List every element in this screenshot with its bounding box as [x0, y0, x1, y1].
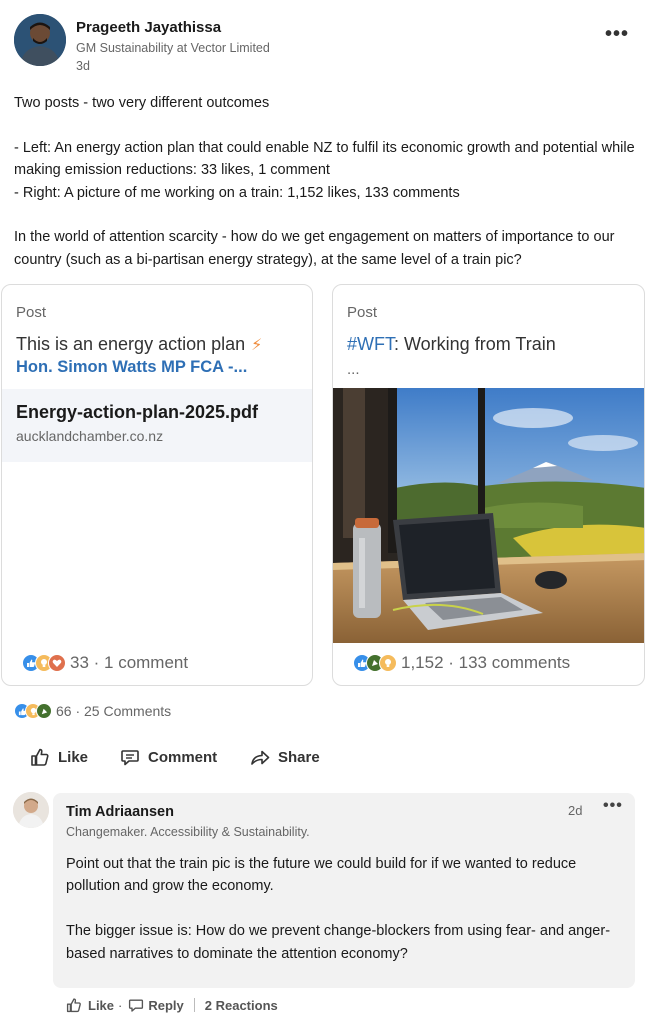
comment-icon — [121, 750, 139, 766]
card-stats-text: 33 · 1 comment — [70, 653, 189, 672]
commenter-photo-icon — [13, 792, 49, 828]
comment-timestamp: 2d — [568, 803, 583, 818]
comment-like-button[interactable]: Like — [88, 998, 114, 1013]
commenter-avatar[interactable] — [13, 792, 49, 828]
train-scene-image — [333, 388, 644, 643]
like-label: Like — [58, 748, 89, 766]
embedded-post-working-from-train[interactable]: Post #WFT: Working from Train ... 1,152 … — [332, 284, 645, 686]
comment-label: Comment — [148, 748, 218, 766]
share-button[interactable]: Share — [250, 743, 320, 771]
share-arrow-icon — [251, 750, 270, 765]
card-title: #WFT: Working from Train — [347, 334, 556, 354]
post-timestamp: 3d — [76, 59, 90, 73]
author-avatar[interactable] — [14, 14, 66, 66]
comment-button[interactable]: Comment — [120, 743, 217, 771]
author-name[interactable]: Prageeth Jayathissa — [76, 19, 221, 36]
comment-bubble: Tim Adriaansen Changemaker. Accessibilit… — [53, 793, 635, 988]
commenter-name[interactable]: Tim Adriaansen — [66, 804, 174, 820]
celebrate-reaction-icon — [36, 703, 52, 719]
hashtag-link[interactable]: #WFT — [347, 334, 394, 354]
more-options-icon[interactable]: ••• — [602, 24, 632, 44]
card-stats-text: 1,152 · 133 comments — [401, 653, 571, 672]
separator-dot: · — [118, 997, 123, 1013]
comment-body: Point out that the train pic is the futu… — [66, 853, 626, 965]
card-truncation: ... — [347, 361, 360, 378]
document-filename: Energy-action-plan-2025.pdf — [16, 402, 259, 422]
post-paragraph: Two posts - two very different outcomes — [14, 95, 270, 111]
commenter-headline: Changemaker. Accessibility & Sustainabil… — [66, 825, 310, 839]
comment-paragraph: Point out that the train pic is the futu… — [66, 856, 577, 895]
author-headline: GM Sustainability at Vector Limited — [76, 41, 270, 55]
divider — [193, 998, 195, 1012]
reaction-icons — [14, 703, 52, 719]
document-attachment[interactable]: Energy-action-plan-2025.pdf aucklandcham… — [2, 389, 312, 462]
card-engagement[interactable]: 1,152 · 133 comments — [353, 653, 570, 673]
train-window-photo[interactable] — [333, 388, 644, 643]
thumbs-up-icon — [66, 998, 81, 1013]
comment-action-bar: Like · Reply 2 Reactions — [66, 994, 278, 1016]
reply-icon — [129, 999, 144, 1012]
thumbs-up-icon — [31, 748, 49, 766]
share-label: Share — [278, 748, 320, 766]
post-action-bar: Like Comment Share — [14, 743, 634, 771]
post-header: Prageeth Jayathissa GM Sustainability at… — [14, 14, 640, 74]
post-paragraph: - Left: An energy action plan that could… — [14, 139, 635, 179]
author-photo-icon — [14, 14, 66, 66]
reaction-icons — [353, 654, 397, 672]
post-body: Two posts - two very different outcomes … — [14, 92, 639, 271]
reaction-icons — [22, 654, 66, 672]
summary-text: 66 · 25 Comments — [56, 703, 172, 719]
card-engagement[interactable]: 33 · 1 comment — [22, 653, 188, 673]
comment-reply-button[interactable]: Reply — [148, 998, 183, 1013]
insightful-reaction-icon — [379, 654, 397, 672]
comment-more-options-icon[interactable]: ••• — [603, 797, 623, 815]
card-mention-link[interactable]: Hon. Simon Watts MP FCA -... — [16, 358, 247, 377]
post-engagement-summary[interactable]: 66 · 25 Comments — [14, 703, 171, 719]
post-paragraph: - Right: A picture of me working on a tr… — [14, 184, 460, 201]
embedded-post-energy-plan[interactable]: Post This is an energy action plan ⚡ Hon.… — [1, 284, 313, 686]
card-title: This is an energy action plan ⚡ — [16, 334, 263, 354]
like-button[interactable]: Like — [30, 743, 88, 771]
document-domain: aucklandchamber.co.nz — [16, 428, 164, 444]
comment-paragraph: The bigger issue is: How do we prevent c… — [66, 923, 611, 962]
card-kind-label: Post — [16, 304, 47, 321]
comment-reactions-count[interactable]: 2 Reactions — [205, 998, 278, 1013]
lightning-bolt-icon: ⚡ — [251, 337, 263, 354]
love-reaction-icon — [48, 654, 66, 672]
post-paragraph: In the world of attention scarcity - how… — [14, 229, 615, 268]
card-kind-label: Post — [347, 304, 378, 321]
